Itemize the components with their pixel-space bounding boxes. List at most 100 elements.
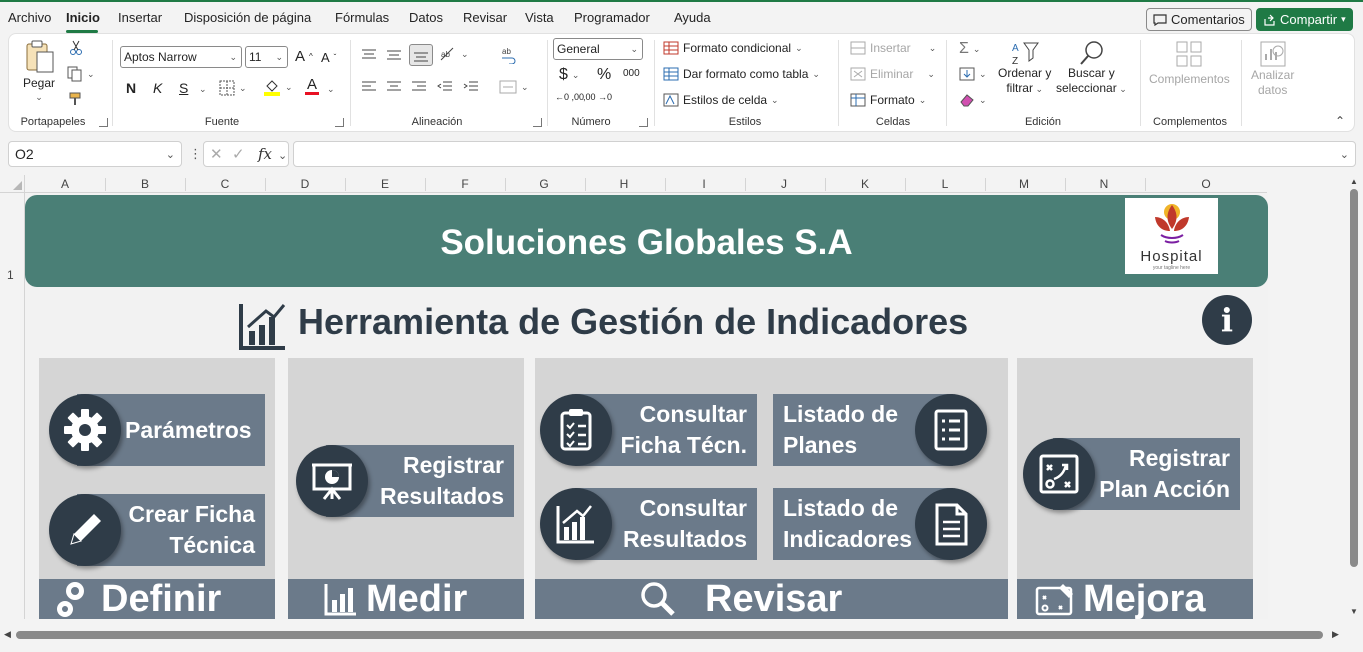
borders-icon[interactable]: ⌄ xyxy=(219,80,247,96)
percent-button[interactable]: % xyxy=(597,66,611,84)
select-all-corner[interactable] xyxy=(0,175,25,193)
orientation-icon[interactable]: ab ⌄ xyxy=(439,46,469,62)
font-name-select[interactable]: Aptos Narrow ⌄ xyxy=(120,46,242,68)
align-right-icon[interactable] xyxy=(411,80,427,94)
scroll-right-icon[interactable]: ▶ xyxy=(1332,629,1339,640)
column-header[interactable]: J xyxy=(744,177,824,191)
menu-programador[interactable]: Programador xyxy=(574,10,650,25)
grow-font-button[interactable]: A ^ xyxy=(295,48,313,65)
vertical-scrollbar[interactable]: ▲ ▼ xyxy=(1345,175,1363,620)
column-header[interactable]: D xyxy=(265,177,345,191)
paste-button[interactable]: Pegar ⌄ xyxy=(23,40,55,103)
list-icon[interactable] xyxy=(915,394,987,466)
addins-button[interactable]: Complementos xyxy=(1149,40,1230,86)
menu-insertar[interactable]: Insertar xyxy=(118,10,162,25)
wrap-text-icon[interactable]: ab xyxy=(501,46,517,64)
column-header[interactable]: M xyxy=(984,177,1064,191)
confirm-icon[interactable]: ✓ xyxy=(232,145,245,163)
conditional-format-button[interactable]: Formato condicional ⌄ xyxy=(663,41,803,55)
number-format-select[interactable]: General ⌄ xyxy=(553,38,643,60)
row-header[interactable]: 1 xyxy=(7,268,14,282)
chevron-down-icon[interactable]: ⌄ xyxy=(327,84,335,95)
underline-button[interactable]: S xyxy=(179,80,188,96)
column-header[interactable]: N xyxy=(1064,177,1144,191)
more-options-icon[interactable]: ⋮ xyxy=(189,146,202,162)
align-left-icon[interactable] xyxy=(361,80,377,94)
column-header[interactable]: A xyxy=(25,177,105,191)
column-header[interactable]: H xyxy=(584,177,664,191)
find-select-button[interactable]: Buscar y seleccionar ⌄ xyxy=(1056,40,1127,97)
cancel-icon[interactable]: ✕ xyxy=(210,145,223,163)
menu-archivo[interactable]: Archivo xyxy=(8,10,51,25)
name-box[interactable]: O2 ⌄ xyxy=(8,141,182,167)
horizontal-scroll-thumb[interactable] xyxy=(16,631,1323,639)
cut-icon[interactable] xyxy=(69,40,83,56)
column-header[interactable]: G xyxy=(504,177,584,191)
format-cells-button[interactable]: Formato ⌄ xyxy=(850,93,926,107)
cell-styles-button[interactable]: Estilos de celda ⌄ xyxy=(663,93,779,107)
column-header[interactable]: B xyxy=(105,177,185,191)
gear-icon[interactable] xyxy=(49,394,121,466)
align-bottom-icon[interactable] xyxy=(409,44,433,66)
scroll-left-icon[interactable]: ◀ xyxy=(4,629,11,640)
column-header[interactable]: L xyxy=(905,177,985,191)
column-header[interactable]: I xyxy=(664,177,744,191)
numero-launcher-icon[interactable] xyxy=(639,118,648,127)
info-icon[interactable]: i xyxy=(1202,295,1252,345)
analyze-data-button[interactable]: Analizar datos xyxy=(1251,40,1294,98)
sort-filter-button[interactable]: AZ Ordenar y filtrar ⌄ xyxy=(998,40,1051,97)
pencil-icon[interactable] xyxy=(49,494,121,566)
fuente-launcher-icon[interactable] xyxy=(335,118,344,127)
menu-revisar[interactable]: Revisar xyxy=(463,10,507,25)
align-middle-icon[interactable] xyxy=(386,48,402,62)
formula-input[interactable]: ⌄ xyxy=(293,141,1356,167)
growth-chart-icon[interactable] xyxy=(540,488,612,560)
horizontal-scrollbar[interactable]: ◀ ▶ xyxy=(0,626,1363,644)
delete-cells-button[interactable]: Eliminar ⌄ xyxy=(850,67,935,81)
document-icon[interactable] xyxy=(915,488,987,560)
insert-function-button[interactable]: fx xyxy=(258,145,272,163)
column-header[interactable]: C xyxy=(185,177,265,191)
portapapeles-launcher-icon[interactable] xyxy=(99,118,108,127)
align-top-icon[interactable] xyxy=(361,48,377,62)
alineacion-launcher-icon[interactable] xyxy=(533,118,542,127)
fill-color-icon[interactable]: ⌄ xyxy=(263,78,293,96)
currency-button[interactable]: $ ⌄ xyxy=(559,66,579,84)
merge-center-icon[interactable]: ⌄ xyxy=(499,80,529,94)
column-header[interactable]: O xyxy=(1166,177,1246,191)
bold-button[interactable]: N xyxy=(126,80,136,96)
decrease-decimal-button[interactable]: ,00 →0 xyxy=(583,92,612,102)
format-as-table-button[interactable]: Dar formato como tabla ⌄ xyxy=(663,67,820,81)
fill-button[interactable]: ⌄ xyxy=(959,67,987,81)
font-color-button[interactable]: A xyxy=(305,77,319,95)
comments-button[interactable]: Comentarios xyxy=(1146,8,1252,31)
share-button[interactable]: Compartir ▾ xyxy=(1256,8,1353,31)
italic-button[interactable]: K xyxy=(153,80,162,96)
copy-icon[interactable]: ⌄ xyxy=(67,66,95,82)
column-header[interactable]: F xyxy=(425,177,505,191)
decrease-indent-icon[interactable] xyxy=(437,80,453,94)
menu-inicio[interactable]: Inicio xyxy=(66,10,100,25)
scroll-up-icon[interactable]: ▲ xyxy=(1350,177,1358,186)
scroll-down-icon[interactable]: ▼ xyxy=(1350,607,1358,616)
thousands-button[interactable]: 000 xyxy=(623,68,640,79)
align-center-icon[interactable] xyxy=(386,80,402,94)
clear-button[interactable]: ⌄ xyxy=(959,93,987,107)
checklist-clipboard-icon[interactable] xyxy=(540,394,612,466)
column-header[interactable]: K xyxy=(825,177,905,191)
autosum-button[interactable]: Σ ⌄ xyxy=(959,40,980,58)
hospital-logo[interactable]: Hospital your tagline here xyxy=(1125,198,1218,274)
insert-cells-button[interactable]: Insertar ⌄ xyxy=(850,41,936,55)
format-painter-icon[interactable] xyxy=(69,92,85,106)
collapse-ribbon-icon[interactable]: ⌃ xyxy=(1335,114,1345,128)
chevron-down-icon[interactable]: ⌄ xyxy=(199,84,207,95)
menu-datos[interactable]: Datos xyxy=(409,10,443,25)
shrink-font-button[interactable]: Aˇ xyxy=(321,50,336,65)
increase-indent-icon[interactable] xyxy=(463,80,479,94)
strategy-icon[interactable] xyxy=(1023,438,1095,510)
vertical-scroll-thumb[interactable] xyxy=(1350,189,1358,567)
presentation-chart-icon[interactable] xyxy=(296,445,368,517)
menu-disposicion[interactable]: Disposición de página xyxy=(184,10,311,25)
font-size-select[interactable]: 11 ⌄ xyxy=(245,46,288,68)
menu-formulas[interactable]: Fórmulas xyxy=(335,10,389,25)
